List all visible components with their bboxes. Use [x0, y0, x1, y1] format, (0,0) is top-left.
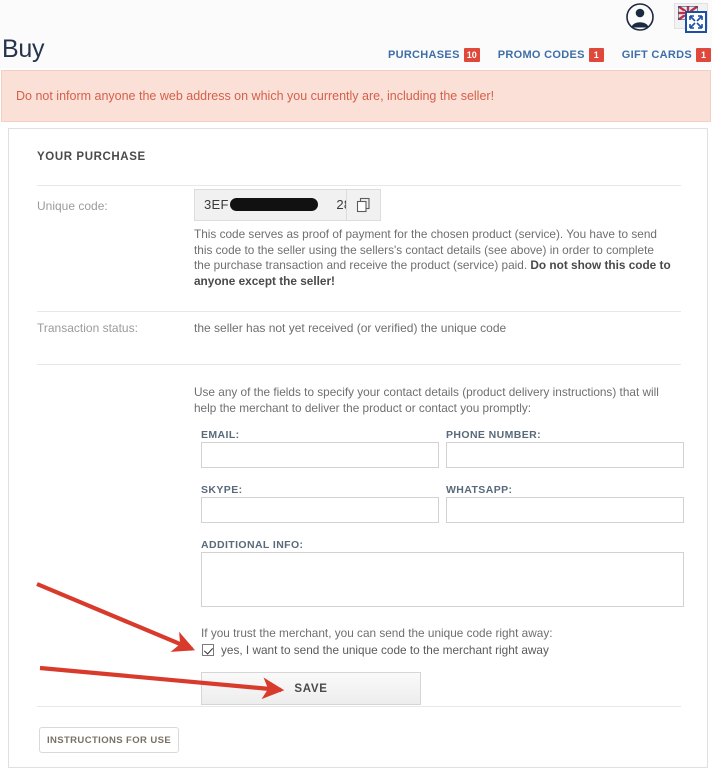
nav-label-gift-cards: GIFT CARDS [621, 49, 692, 61]
nav-badge-gift-cards: 1 [696, 48, 711, 62]
email-field[interactable] [201, 442, 439, 468]
send-code-checkbox[interactable] [202, 644, 214, 656]
redaction-bar [230, 198, 318, 211]
page-header: Buy PURCHASES 10 PROMO CODES 1 GIFT CARD… [0, 35, 712, 68]
save-button[interactable]: SAVE [201, 672, 421, 705]
whatsapp-field[interactable] [446, 497, 684, 523]
copy-code-button[interactable] [346, 190, 380, 220]
unique-code-value: 3EFXXXXXXXXXXXX28 [195, 190, 346, 220]
phone-number-label: PHONE NUMBER: [446, 429, 542, 441]
send-code-checkbox-label: yes, I want to send the unique code to t… [221, 643, 549, 657]
nav-item-gift-cards[interactable]: GIFT CARDS 1 [622, 48, 711, 62]
additional-info-label: ADDITIONAL INFO: [201, 539, 304, 551]
email-label: EMAIL: [201, 429, 240, 441]
purchase-card: YOUR PURCHASE Unique code: 3EFXXXXXXXXXX… [8, 128, 708, 768]
divider-3 [37, 364, 681, 365]
nav-label-promo-codes: PROMO CODES [497, 49, 585, 61]
skype-label: SKYPE: [201, 484, 243, 496]
nav-item-purchases[interactable]: PURCHASES 10 [388, 48, 480, 62]
nav-badge-purchases: 10 [463, 48, 480, 62]
transaction-status-value: the seller has not yet received (or veri… [194, 321, 507, 335]
nav-badge-promo-codes: 1 [588, 48, 604, 62]
user-avatar-icon[interactable] [625, 2, 655, 32]
section-title-your-purchase: YOUR PURCHASE [37, 151, 146, 163]
send-code-checkbox-row[interactable]: yes, I want to send the unique code to t… [202, 643, 549, 657]
buy-page: Buy PURCHASES 10 PROMO CODES 1 GIFT CARD… [0, 0, 712, 775]
nav-label-purchases: PURCHASES [387, 49, 460, 61]
trust-merchant-text: If you trust the merchant, you can send … [201, 626, 553, 640]
whatsapp-label: WHATSAPP: [446, 484, 513, 496]
browser-icon-bar [0, 0, 712, 36]
header-nav: PURCHASES 10 PROMO CODES 1 GIFT CARDS 1 [388, 48, 711, 62]
contact-details-intro: Use any of the fields to specify your co… [194, 385, 659, 415]
page-title: Buy [2, 35, 45, 63]
unique-code-prefix: 3EF [204, 197, 229, 212]
phone-number-field[interactable] [446, 442, 684, 468]
nav-item-promo-codes[interactable]: PROMO CODES 1 [498, 48, 604, 62]
warning-banner: Do not inform anyone the web address on … [1, 70, 711, 122]
instructions-for-use-button[interactable]: INSTRUCTIONS FOR USE [39, 727, 179, 753]
transaction-status-label: Transaction status: [37, 321, 138, 335]
language-flag-button[interactable] [674, 3, 708, 33]
additional-info-field[interactable] [201, 552, 684, 607]
unique-code-field[interactable]: 3EFXXXXXXXXXXXX28 [194, 189, 381, 221]
unique-code-label: Unique code: [37, 199, 108, 213]
copy-icon [356, 197, 370, 213]
divider-1 [37, 185, 681, 186]
divider-2 [37, 311, 681, 312]
warning-banner-text: Do not inform anyone the web address on … [16, 89, 495, 103]
divider-4 [37, 706, 681, 707]
unique-code-suffix: 28 [336, 197, 346, 212]
skype-field[interactable] [201, 497, 439, 523]
unique-code-description: This code serves as proof of payment for… [194, 227, 672, 289]
resize-overlay-icon[interactable] [685, 11, 707, 33]
